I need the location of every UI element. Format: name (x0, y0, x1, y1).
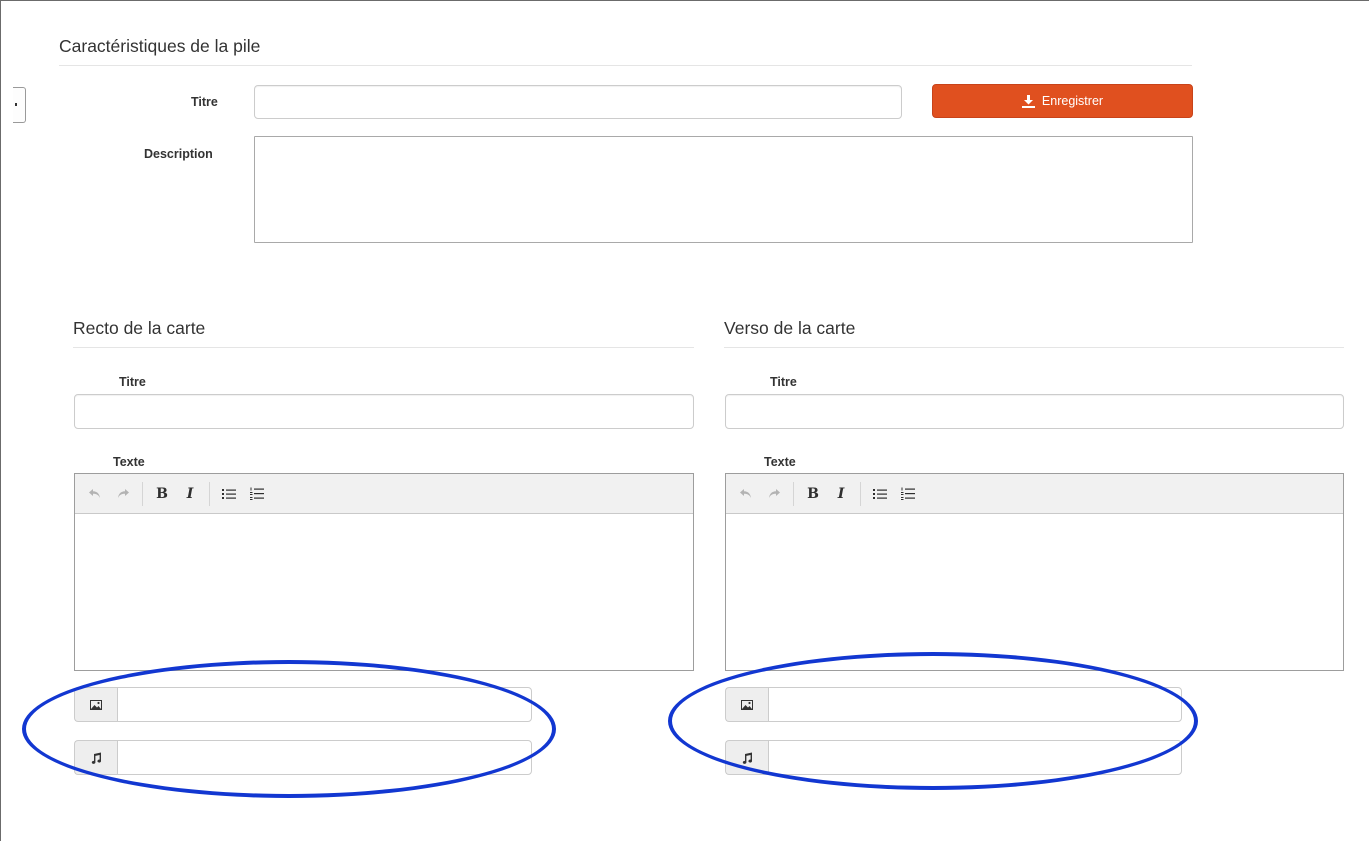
recto-audio-input[interactable] (117, 740, 532, 775)
image-icon (725, 687, 768, 722)
recto-title-label: Titre (119, 375, 146, 389)
image-icon (74, 687, 117, 722)
toolbar-separator (860, 481, 861, 506)
verso-editor-toolbar: B I (726, 474, 1343, 514)
verso-title-input[interactable] (725, 394, 1344, 429)
verso-section-title: Verso de la carte (724, 318, 1344, 348)
save-button[interactable]: Enregistrer (932, 84, 1193, 118)
verso-image-field (725, 687, 1182, 722)
verso-image-input[interactable] (768, 687, 1182, 722)
redo-icon[interactable] (109, 480, 137, 508)
recto-title-input[interactable] (74, 394, 694, 429)
italic-icon[interactable]: I (176, 480, 204, 508)
italic-icon[interactable]: I (827, 480, 855, 508)
recto-editor-toolbar: B I (75, 474, 693, 514)
download-icon (1021, 94, 1035, 108)
recto-audio-field (74, 740, 532, 775)
recto-media-highlight-ellipse (22, 660, 556, 798)
verso-editor-content[interactable] (726, 514, 1343, 670)
numbered-list-icon[interactable] (243, 480, 271, 508)
recto-section-title: Recto de la carte (73, 318, 694, 348)
bullet-list-icon[interactable] (866, 480, 894, 508)
toolbar-separator (793, 481, 794, 506)
page: Caractéristiques de la pile Titre Enregi… (0, 0, 1369, 841)
recto-text-editor[interactable]: B I (74, 473, 694, 671)
numbered-list-icon[interactable] (894, 480, 922, 508)
undo-icon[interactable] (81, 480, 109, 508)
music-note-icon (725, 740, 768, 775)
sidebar-toggle-handle[interactable] (13, 87, 26, 123)
recto-text-label: Texte (113, 455, 145, 469)
verso-audio-field (725, 740, 1182, 775)
verso-text-label: Texte (764, 455, 796, 469)
save-button-label: Enregistrer (1041, 94, 1104, 108)
recto-editor-content[interactable] (75, 514, 693, 670)
verso-title-label: Titre (770, 375, 797, 389)
music-note-icon (74, 740, 117, 775)
bold-icon[interactable]: B (148, 480, 176, 508)
undo-icon[interactable] (732, 480, 760, 508)
pile-title-input[interactable] (254, 85, 902, 119)
pile-description-input[interactable] (254, 136, 1193, 243)
toolbar-separator (142, 481, 143, 506)
pile-section-title: Caractéristiques de la pile (59, 36, 1192, 66)
bold-icon[interactable]: B (799, 480, 827, 508)
bullet-list-icon[interactable] (215, 480, 243, 508)
redo-icon[interactable] (760, 480, 788, 508)
recto-image-field (74, 687, 532, 722)
recto-image-input[interactable] (117, 687, 532, 722)
verso-text-editor[interactable]: B I (725, 473, 1344, 671)
pile-description-label: Description (144, 147, 213, 161)
verso-audio-input[interactable] (768, 740, 1182, 775)
pile-title-label: Titre (191, 95, 218, 109)
toolbar-separator (209, 481, 210, 506)
